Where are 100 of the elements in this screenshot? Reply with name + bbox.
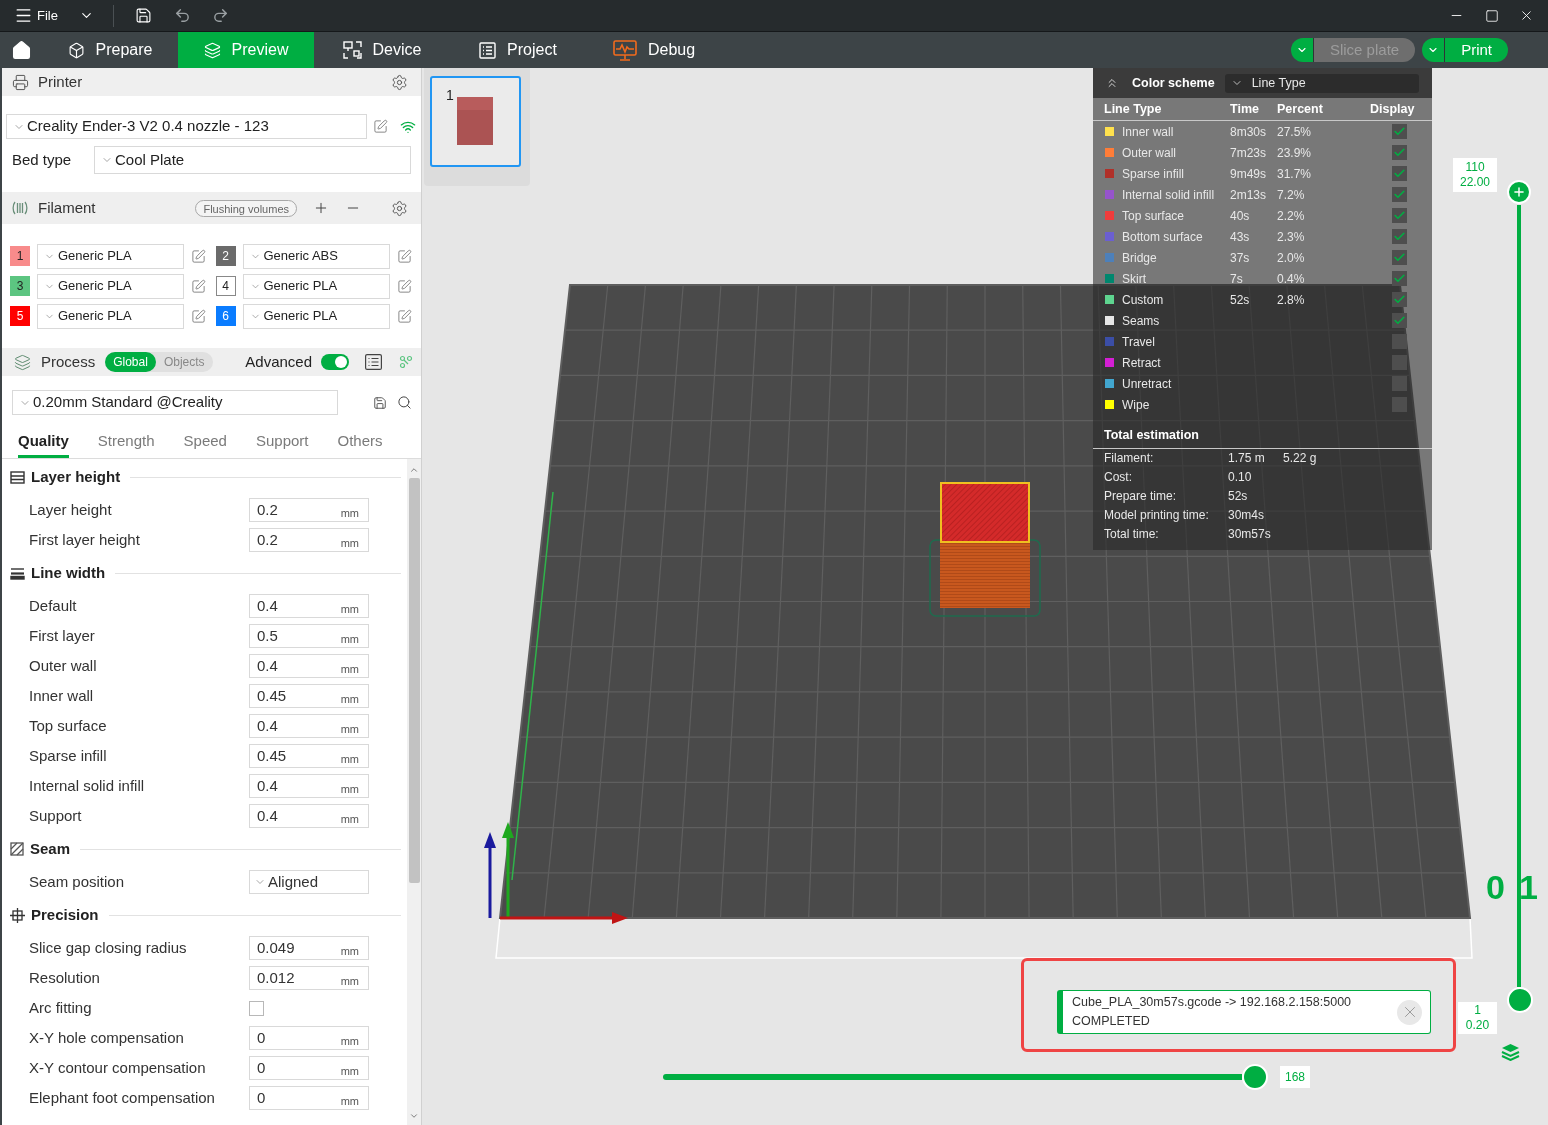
scrollbar[interactable] xyxy=(407,459,421,1125)
maximize-icon[interactable] xyxy=(1485,8,1499,23)
layer-thumb[interactable] xyxy=(1507,987,1533,1013)
number-field[interactable]: 0.4 mm xyxy=(249,714,369,738)
settings-icon[interactable] xyxy=(391,73,408,91)
display-checkbox[interactable] xyxy=(1392,124,1407,139)
display-checkbox[interactable] xyxy=(1392,166,1407,181)
display-checkbox[interactable] xyxy=(1392,145,1407,160)
dropdown-toggle[interactable] xyxy=(1422,38,1446,62)
filament-dropdown[interactable]: Generic PLA xyxy=(242,273,390,299)
number-field[interactable]: 0.2 mm xyxy=(249,528,369,552)
display-checkbox[interactable] xyxy=(1392,355,1407,370)
filament-dropdown[interactable]: Generic PLA xyxy=(37,273,184,299)
settings-tab[interactable]: Others xyxy=(337,428,383,458)
nav-tab[interactable]: Device xyxy=(314,32,450,68)
number-field[interactable]: 0.2 mm xyxy=(249,498,369,522)
number-field[interactable]: 0.012 mm xyxy=(249,966,369,990)
number-field[interactable]: 0.45 mm xyxy=(249,684,369,708)
edit-icon[interactable] xyxy=(396,308,412,324)
number-field[interactable]: 0.4 mm xyxy=(249,774,369,798)
number-field[interactable]: 0.45 mm xyxy=(249,744,369,768)
filament-color-swatch[interactable]: 5 xyxy=(10,306,30,326)
number-field[interactable]: 0 mm xyxy=(249,1086,369,1110)
notification-message: Cube_PLA_30m57s.gcode -> 192.168.2.158:5000 xyxy=(1072,994,1353,1011)
number-field[interactable]: 0 mm xyxy=(249,1026,369,1050)
edit-icon[interactable] xyxy=(396,248,412,264)
display-checkbox[interactable] xyxy=(1392,271,1407,286)
filament-dropdown[interactable]: Generic PLA xyxy=(37,243,184,269)
edit-icon[interactable] xyxy=(191,278,206,294)
checkbox[interactable] xyxy=(249,1000,264,1016)
display-checkbox[interactable] xyxy=(1392,334,1407,349)
move-thumb[interactable] xyxy=(1242,1064,1268,1090)
check-icon xyxy=(1393,293,1406,306)
display-checkbox[interactable] xyxy=(1392,250,1407,265)
number-field[interactable]: 0.049 mm xyxy=(249,936,369,960)
add-icon[interactable] xyxy=(313,200,329,216)
number-field[interactable]: 0.5 mm xyxy=(249,624,369,648)
section-title: Process xyxy=(41,351,96,372)
list-icon[interactable] xyxy=(365,354,382,370)
check-icon xyxy=(1393,251,1406,264)
filament-dropdown[interactable]: Generic ABS xyxy=(242,243,390,269)
bed-type-dropdown[interactable]: Cool Plate xyxy=(94,146,411,174)
scrollbar-thumb[interactable] xyxy=(408,478,420,883)
scheme-dropdown[interactable]: Line Type xyxy=(1224,73,1419,93)
number-field[interactable]: 0 mm xyxy=(249,1056,369,1080)
filament-dropdown[interactable]: Generic PLA xyxy=(37,303,184,329)
file-menu-button[interactable]: File xyxy=(14,5,58,26)
home-icon[interactable] xyxy=(10,39,32,61)
undo-icon[interactable] xyxy=(173,7,191,24)
display-checkbox[interactable] xyxy=(1392,376,1407,391)
settings-tab[interactable]: Strength xyxy=(97,428,155,458)
scroll-up-icon[interactable] xyxy=(409,465,419,475)
display-checkbox[interactable] xyxy=(1392,208,1407,223)
number-field[interactable]: 0.4 mm xyxy=(249,654,369,678)
collapse-icon[interactable] xyxy=(1105,76,1119,90)
plate-thumbnail[interactable]: 1 xyxy=(430,76,521,167)
settings-icon[interactable] xyxy=(391,199,408,217)
layers-icon[interactable] xyxy=(1501,1043,1520,1061)
cube-model[interactable] xyxy=(940,482,1030,608)
process-preset-dropdown[interactable]: 0.20mm Standard @Creality xyxy=(12,390,338,415)
display-checkbox[interactable] xyxy=(1392,229,1407,244)
search-icon[interactable] xyxy=(397,395,412,410)
printer-dropdown[interactable]: Creality Ender-3 V2 0.4 nozzle - 123 xyxy=(6,114,367,139)
nav-tab[interactable]: Debug xyxy=(586,32,722,68)
flushing-volumes-button[interactable]: Flushing volumes xyxy=(195,199,297,217)
save-icon[interactable] xyxy=(134,7,152,24)
scroll-down-icon[interactable] xyxy=(409,1111,419,1121)
filament-color-swatch[interactable]: 2 xyxy=(215,246,236,266)
display-checkbox[interactable] xyxy=(1392,292,1407,307)
edit-icon[interactable] xyxy=(373,119,388,134)
printer-icon xyxy=(12,73,29,91)
number-field[interactable]: 0.4 mm xyxy=(249,594,369,618)
display-checkbox[interactable] xyxy=(1392,313,1407,328)
settings-tab[interactable]: Quality xyxy=(18,428,69,458)
filament-color-swatch[interactable]: 6 xyxy=(215,306,236,326)
edit-icon[interactable] xyxy=(191,248,206,264)
filament-dropdown[interactable]: Generic PLA xyxy=(242,303,390,329)
close-icon[interactable] xyxy=(1519,8,1534,23)
settings-tab[interactable]: Support xyxy=(255,428,309,458)
close-button[interactable] xyxy=(1397,999,1422,1025)
nav-tab[interactable]: Prepare xyxy=(42,32,178,68)
settings-tab[interactable]: Speed xyxy=(183,428,227,458)
display-checkbox[interactable] xyxy=(1392,187,1407,202)
edit-icon[interactable] xyxy=(191,308,206,324)
number-field[interactable]: 0.4 mm xyxy=(249,804,369,828)
dropdown-field[interactable]: Aligned xyxy=(249,870,369,894)
display-checkbox[interactable] xyxy=(1392,397,1407,412)
filament-color-swatch[interactable]: 4 xyxy=(215,276,236,296)
redo-icon[interactable] xyxy=(211,7,229,24)
advanced-switch[interactable] xyxy=(321,354,349,370)
time-value: 2m13s xyxy=(1230,186,1268,204)
check-icon xyxy=(1393,272,1406,285)
dropdown-toggle[interactable] xyxy=(1290,38,1314,62)
edit-icon[interactable] xyxy=(396,278,412,294)
filament-color-swatch[interactable]: 1 xyxy=(10,246,30,266)
layer-thumb[interactable] xyxy=(1507,180,1531,204)
move-slider-track[interactable] xyxy=(663,1074,1242,1080)
nodes-icon[interactable] xyxy=(399,355,413,369)
filament-color-swatch[interactable]: 3 xyxy=(10,276,30,296)
nav-tab[interactable]: Project xyxy=(450,32,586,68)
